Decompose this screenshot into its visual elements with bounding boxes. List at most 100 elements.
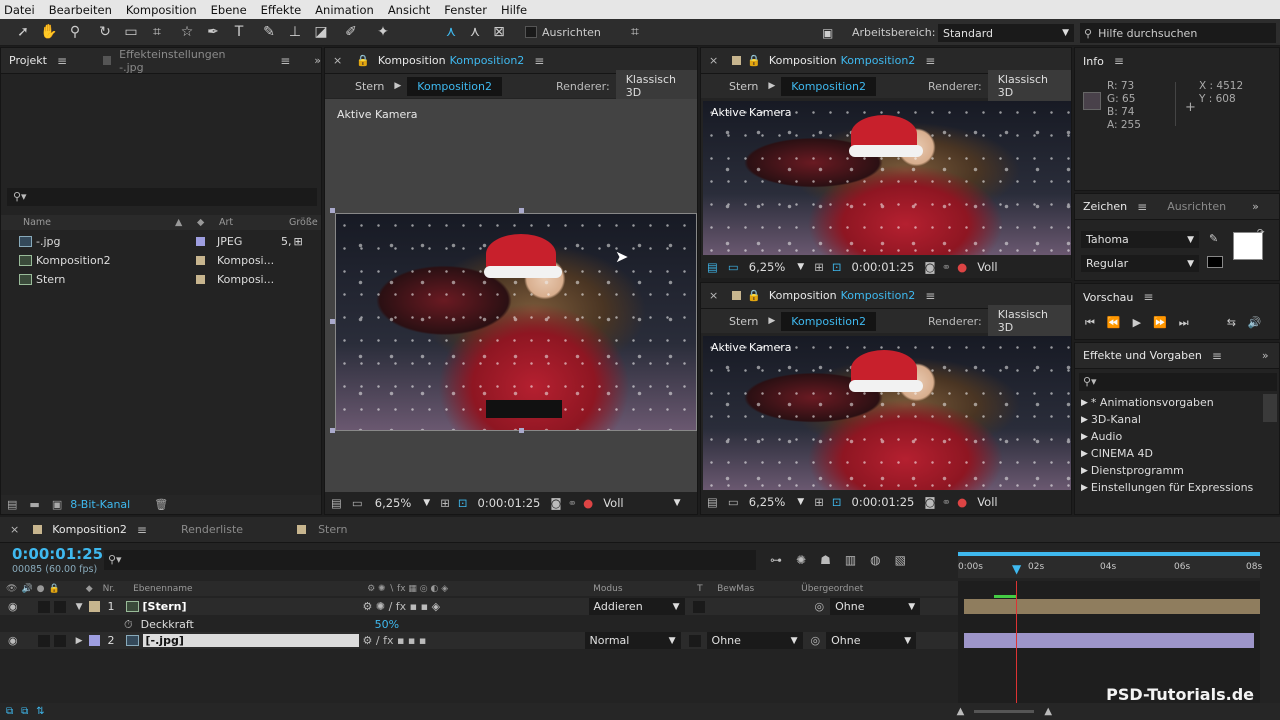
lock-toggle[interactable] <box>53 600 66 613</box>
visibility-icon[interactable]: 👁 <box>6 584 17 594</box>
new-composition-icon[interactable]: ▣ <box>52 498 62 511</box>
frame-blending-icon[interactable]: ▥ <box>845 553 856 567</box>
comp-viewer[interactable]: Aktive Kamera <box>703 101 1071 255</box>
flowchart-icon[interactable]: ⊞ <box>294 235 303 248</box>
grid-icon[interactable]: ⊞ <box>814 260 824 274</box>
transform-handle[interactable] <box>330 428 335 433</box>
label-color[interactable] <box>88 635 100 646</box>
region-of-interest-icon[interactable]: ▤ <box>707 495 718 509</box>
snapshot-icon[interactable]: ◙ <box>924 260 935 274</box>
col-layer-name[interactable]: Ebenenname <box>133 584 367 594</box>
menu-icon[interactable]: ≡ <box>925 289 935 303</box>
align-checkbox[interactable] <box>525 26 537 38</box>
tab-stern[interactable]: Stern <box>318 523 347 536</box>
opacity-value[interactable]: 50% <box>375 618 399 631</box>
loop-icon[interactable]: ⇆ <box>1227 316 1236 330</box>
mask-toggle-icon[interactable]: ⊡ <box>458 496 468 510</box>
effect-category[interactable]: ▶ Audio <box>1075 428 1261 445</box>
menu-fenster[interactable]: Fenster <box>444 3 487 17</box>
effect-category[interactable]: ▶ 3D-Kanal <box>1075 411 1261 428</box>
list-item[interactable]: Komposition2 Komposi... <box>1 251 321 270</box>
solo-toggle[interactable] <box>37 600 50 613</box>
menu-komposition[interactable]: Komposition <box>126 3 197 17</box>
comp-tab-name[interactable]: Komposition2 <box>450 54 525 67</box>
visibility-icon[interactable]: ◉ <box>8 634 18 647</box>
parent-dropdown[interactable]: Ohne ▼ <box>830 598 921 615</box>
solo-toggle[interactable] <box>37 634 50 647</box>
close-icon[interactable]: × <box>709 289 718 302</box>
footage-image[interactable] <box>335 213 697 431</box>
show-snapshot-icon[interactable]: ⚭ <box>942 495 952 509</box>
zoom-value[interactable]: 6,25% <box>375 496 412 510</box>
lock-icon[interactable]: 🔒 <box>356 54 370 67</box>
effect-category[interactable]: ▶ Dienstprogramm <box>1075 462 1261 479</box>
breadcrumb-active[interactable]: Komposition2 <box>407 76 502 96</box>
channel-icon[interactable]: ● <box>583 496 593 510</box>
layer-switches-icon[interactable]: ⚙ ✺ ∕ fx ▪ ▪ ◈ <box>363 600 589 613</box>
layer-bar-jpg[interactable] <box>964 633 1254 648</box>
motion-blur-icon[interactable]: ◍ <box>870 553 880 567</box>
region-of-interest-icon[interactable]: ▤ <box>707 260 718 274</box>
text-tool-icon[interactable]: T <box>230 23 248 41</box>
transform-handle[interactable] <box>330 319 335 324</box>
zoom-value[interactable]: 6,25% <box>749 495 786 509</box>
comp-tab-label[interactable]: Komposition <box>769 289 837 302</box>
toggle-modes-icon[interactable]: ⧉ <box>21 706 28 717</box>
current-time[interactable]: 0:00:01:25 <box>852 260 915 274</box>
rotate-tool-icon[interactable]: ↻ <box>96 23 114 41</box>
camera-tool-icon[interactable]: ▭ <box>122 23 140 41</box>
monitor-icon[interactable]: ▭ <box>728 260 739 274</box>
tab-preview[interactable]: Vorschau <box>1083 291 1133 304</box>
shy-layers-icon[interactable]: ☗ <box>820 553 831 567</box>
work-area-bar[interactable] <box>958 552 1260 556</box>
preserve-transparency-toggle[interactable] <box>688 634 701 647</box>
effect-category[interactable]: ▶ Einstellungen für Expressions <box>1075 479 1261 496</box>
layer-name[interactable]: [-.jpg] <box>142 634 359 647</box>
mask-toggle-icon[interactable]: ⊡ <box>832 495 842 509</box>
project-search-input[interactable]: ⚲▾ <box>7 188 317 206</box>
brush-tool-icon[interactable]: ✎ <box>260 23 278 41</box>
current-time[interactable]: 0:00:01:25 <box>478 496 541 510</box>
menu-animation[interactable]: Animation <box>315 3 374 17</box>
menu-ebene[interactable]: Ebene <box>211 3 247 17</box>
region-of-interest-icon[interactable]: ▤ <box>331 496 342 510</box>
zoom-value[interactable]: 6,25% <box>749 260 786 274</box>
first-frame-icon[interactable]: ⏮ <box>1085 316 1095 330</box>
menu-icon[interactable]: ≡ <box>137 523 147 537</box>
menu-ansicht[interactable]: Ansicht <box>388 3 430 17</box>
menu-icon[interactable]: ≡ <box>534 54 544 68</box>
next-frame-icon[interactable]: ⏩ <box>1153 316 1167 330</box>
parent-pickwhip-icon[interactable]: ◎ <box>811 634 821 647</box>
selection-tool-icon[interactable]: ➚ <box>14 23 32 41</box>
menu-bearbeiten[interactable]: Bearbeiten <box>49 3 112 17</box>
menu-hilfe[interactable]: Hilfe <box>501 3 527 17</box>
menu-effekte[interactable]: Effekte <box>261 3 302 17</box>
grid-icon[interactable]: ⊞ <box>814 495 824 509</box>
grid-icon[interactable]: ⊞ <box>440 496 450 510</box>
mask-toggle-icon[interactable]: ⊡ <box>832 260 842 274</box>
blend-mode-dropdown[interactable]: Normal ▼ <box>584 632 681 649</box>
solo-icon[interactable]: ● <box>37 584 45 594</box>
playhead-icon[interactable]: ▼ <box>1012 562 1021 576</box>
toggle-in-out-icon[interactable]: ⇅ <box>36 706 44 717</box>
lock-icon[interactable]: 🔒 <box>747 289 761 302</box>
monitor-icon[interactable]: ▭ <box>728 495 739 509</box>
show-snapshot-icon[interactable]: ⚭ <box>568 496 578 510</box>
show-snapshot-icon[interactable]: ⚭ <box>942 260 952 274</box>
breadcrumb-parent[interactable]: Stern <box>355 80 384 93</box>
label-color[interactable] <box>88 601 100 612</box>
channel-icon[interactable]: ● <box>957 495 967 509</box>
comp-tab-name[interactable]: Komposition2 <box>841 289 916 302</box>
effects-search-input[interactable]: ⚲▾ <box>1079 373 1277 391</box>
col-size[interactable]: Größe <box>289 217 318 228</box>
font-style-dropdown[interactable]: Regular ▼ <box>1081 255 1199 272</box>
roto-brush-tool-icon[interactable]: ✐ <box>342 23 360 41</box>
bit-depth-button[interactable]: 8-Bit-Kanal <box>70 498 130 511</box>
transform-handle[interactable] <box>519 428 524 433</box>
timeline-current-time[interactable]: 0:00:01:25 <box>12 545 103 563</box>
track-matte-dropdown[interactable]: Ohne ▼ <box>706 632 803 649</box>
workspace-dropdown[interactable]: Standard ▼ <box>938 24 1074 42</box>
expand-icon[interactable]: ▶ <box>76 636 83 646</box>
toggle-switches-icon[interactable]: ⧉ <box>6 706 13 717</box>
time-ruler[interactable]: 0:00s 02s 04s 06s 08s ▼ <box>958 550 1262 578</box>
